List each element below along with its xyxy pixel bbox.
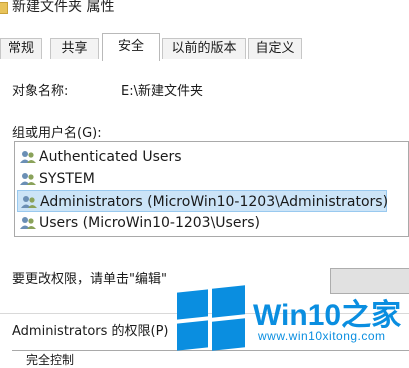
list-item-label: SYSTEM: [39, 171, 95, 187]
tab-security[interactable]: 安全: [102, 33, 160, 61]
users-group-icon: [21, 196, 37, 208]
list-item[interactable]: Users (MicroWin10-1203\Users): [17, 212, 260, 234]
list-item-selected[interactable]: Administrators (MicroWin10-1203\Administ…: [17, 190, 389, 212]
permission-label: 完全控制: [26, 353, 75, 367]
groups-label: 组或用户名(G):: [12, 126, 102, 141]
object-name-label: 对象名称:: [12, 84, 69, 99]
window-title: 新建文件夹 属性: [12, 0, 115, 15]
watermark-url: www.win10xitong.com: [258, 329, 386, 343]
permissions-table-row: 完全控制: [12, 350, 409, 367]
watermark-brand: Win10之家: [253, 299, 402, 332]
edit-hint: 要更改权限，请单击"编辑": [12, 272, 167, 287]
folder-icon: [0, 2, 8, 14]
tab-sharing[interactable]: 共享: [50, 38, 99, 59]
tab-strip: 常规 共享 安全 以前的版本 自定义: [0, 32, 409, 61]
list-item[interactable]: SYSTEM: [17, 168, 95, 190]
users-group-icon: [20, 173, 36, 185]
tab-customize[interactable]: 自定义: [248, 38, 302, 59]
tab-previous-versions[interactable]: 以前的版本: [162, 38, 246, 59]
list-item-label: Users (MicroWin10-1203\Users): [39, 215, 260, 231]
title-bar: 新建文件夹 属性: [0, 0, 409, 30]
permissions-header: Administrators 的权限(P): [12, 324, 169, 339]
object-name-value: E:\新建文件夹: [121, 84, 203, 99]
list-item-label: Administrators (MicroWin10-1203\Administ…: [40, 194, 389, 210]
groups-listbox[interactable]: Authenticated Users SYSTEM Administrator…: [14, 141, 409, 237]
users-group-icon: [20, 151, 36, 163]
tab-general[interactable]: 常规: [0, 38, 42, 59]
windows-logo-icon: [177, 285, 245, 351]
list-item-label: Authenticated Users: [39, 149, 182, 165]
users-group-icon: [20, 217, 36, 229]
list-item[interactable]: Authenticated Users: [17, 146, 182, 168]
